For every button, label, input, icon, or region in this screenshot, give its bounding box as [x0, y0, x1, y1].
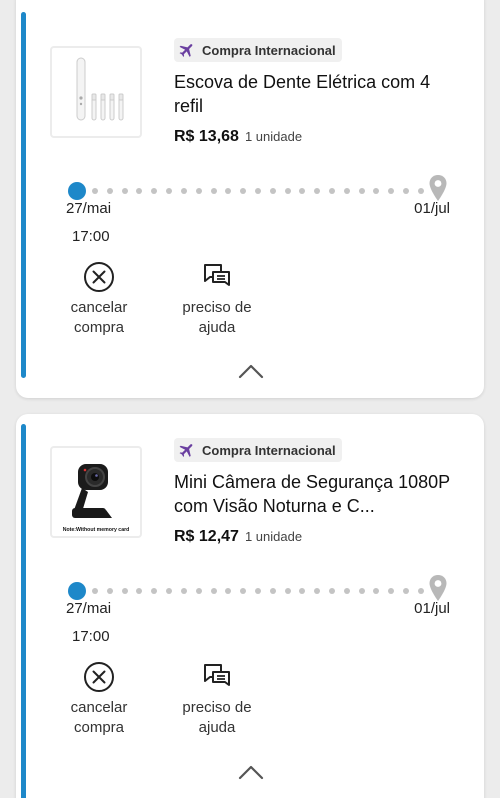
badge-label: Compra Internacional [202, 442, 336, 458]
delivery-progress-track [68, 175, 447, 206]
need-help-button[interactable]: preciso de ajuda [162, 660, 272, 738]
need-help-button[interactable]: preciso de ajuda [162, 260, 272, 338]
cancel-purchase-button[interactable]: cancelar compra [44, 260, 154, 338]
card-accent-bar [21, 12, 26, 378]
location-pin-icon [429, 175, 447, 201]
cancel-x-icon [84, 662, 114, 692]
order-card[interactable]: Note:Without memory card Compra Internac… [16, 414, 484, 798]
delivery-progress-track [68, 575, 447, 606]
start-time: 17:00 [72, 228, 110, 245]
card-accent-bar [21, 424, 26, 798]
product-info: Compra Internacional Escova de Dente Elé… [174, 38, 464, 146]
location-pin-icon [429, 575, 447, 601]
progress-dots [92, 188, 424, 194]
chat-help-icon [204, 264, 230, 286]
product-image-camera[interactable]: Note:Without memory card [50, 446, 142, 538]
product-title[interactable]: Escova de Dente Elétrica com 4 refil [174, 70, 464, 118]
product-image-toothbrush[interactable] [50, 46, 142, 138]
cancel-x-icon [84, 262, 114, 292]
chevron-up-icon[interactable] [238, 363, 264, 379]
product-price: R$ 12,47 [174, 528, 239, 545]
product-quantity: 1 unidade [244, 129, 303, 144]
plane-icon [179, 444, 193, 457]
toothbrush-image [76, 57, 124, 121]
progress-dots [92, 588, 424, 594]
camera-image: Note:Without memory card [63, 464, 130, 533]
product-title[interactable]: Mini Câmera de Segurança 1080P com Visão… [174, 470, 464, 518]
end-date: 01/jul [414, 200, 450, 217]
product-price: R$ 13,68 [174, 128, 239, 145]
cancel-label-line1: cancelar [70, 299, 128, 316]
cancel-label-line2: compra [73, 319, 125, 336]
progress-start-dot [68, 582, 86, 600]
badge-label: Compra Internacional [202, 42, 336, 58]
help-label-line2: ajuda [198, 719, 236, 736]
product-info: Compra Internacional Mini Câmera de Segu… [174, 438, 464, 546]
end-date: 01/jul [414, 600, 450, 617]
start-date: 27/mai [66, 600, 112, 617]
order-card[interactable]: Compra Internacional Escova de Dente Elé… [16, 0, 484, 398]
help-label-line2: ajuda [198, 319, 236, 336]
progress-start-dot [68, 182, 86, 200]
international-badge: Compra Internacional [174, 438, 342, 462]
camera-image-caption: Note:Without memory card [63, 527, 130, 533]
international-badge: Compra Internacional [174, 38, 342, 62]
cancel-label-line1: cancelar [70, 699, 128, 716]
start-time: 17:00 [72, 628, 110, 645]
cancel-purchase-button[interactable]: cancelar compra [44, 660, 154, 738]
start-date: 27/mai [66, 200, 112, 217]
cancel-label-line2: compra [73, 719, 125, 736]
help-label-line1: preciso de [182, 299, 252, 316]
chevron-up-icon[interactable] [238, 764, 264, 780]
product-quantity: 1 unidade [244, 529, 303, 544]
help-label-line1: preciso de [182, 699, 252, 716]
plane-icon [179, 44, 193, 57]
chat-help-icon [204, 664, 230, 686]
